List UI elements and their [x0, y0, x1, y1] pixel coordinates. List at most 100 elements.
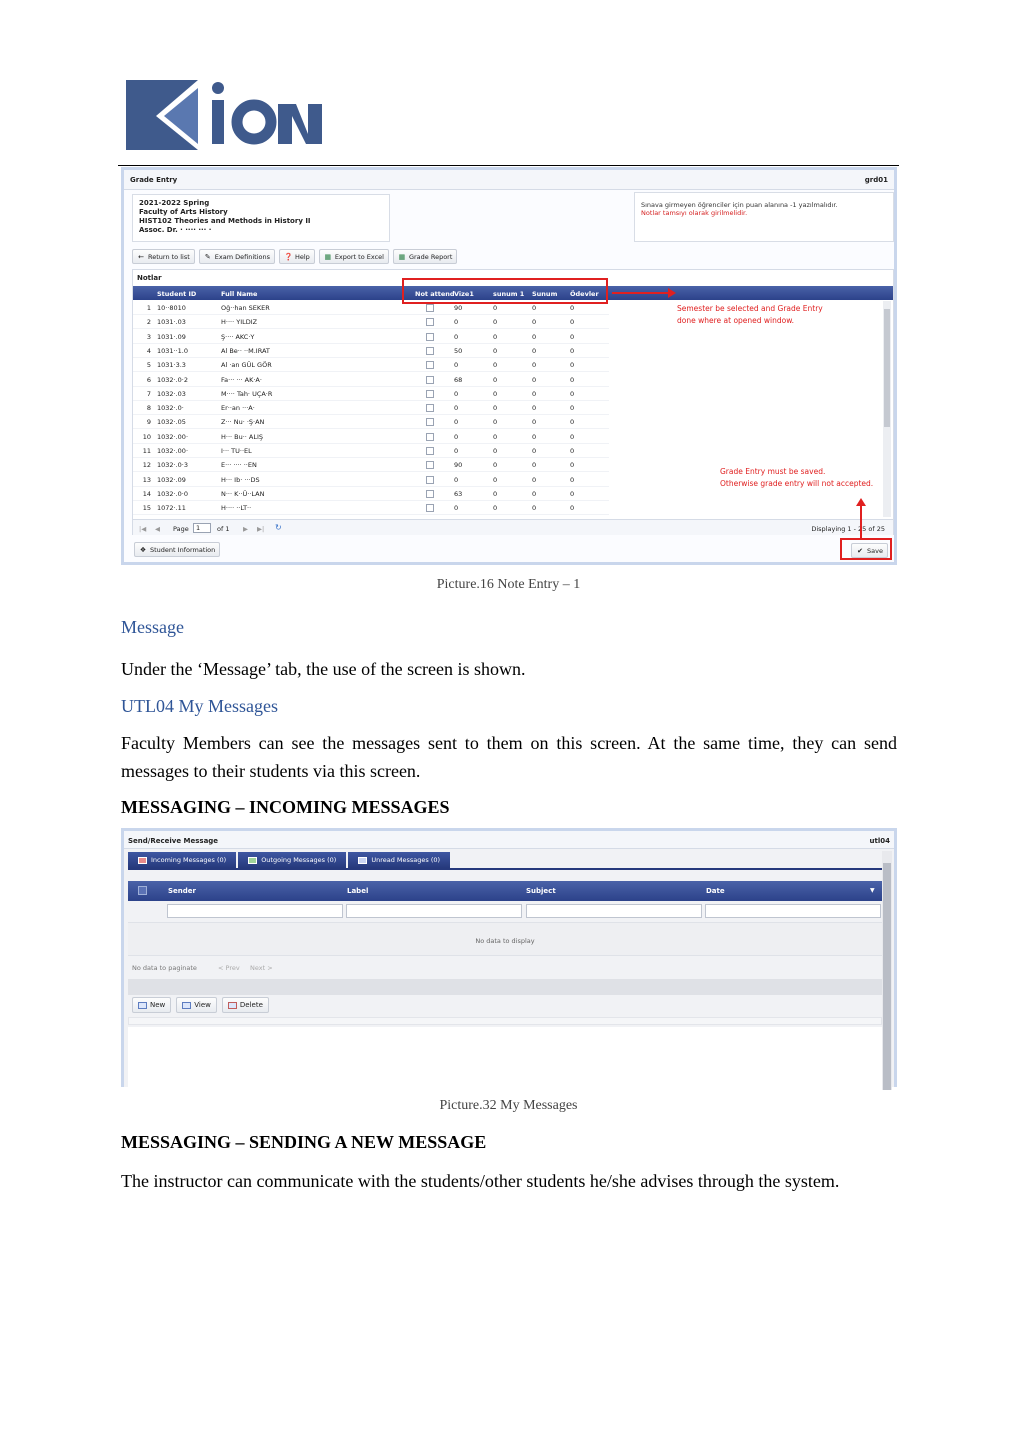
cell-sunum1[interactable]: 0: [493, 447, 497, 455]
vertical-scrollbar[interactable]: [882, 851, 892, 1090]
next-page-icon[interactable]: ▶: [243, 525, 248, 533]
refresh-icon[interactable]: ↻: [275, 523, 282, 532]
cell-vize1[interactable]: 0: [454, 318, 458, 326]
column-menu-icon[interactable]: ▼: [870, 887, 875, 894]
cell-vize1[interactable]: 0: [454, 476, 458, 484]
tab-unread[interactable]: Unread Messages (0): [348, 852, 451, 868]
not-attend-checkbox[interactable]: [426, 332, 434, 341]
cell-vize1[interactable]: 0: [454, 404, 458, 412]
grade-row[interactable]: 9 1032·.05 Z··· Nu· ·Ş·AN 0 0 0 0: [133, 415, 609, 430]
cell-odev[interactable]: 0: [570, 504, 574, 512]
cell-sunum[interactable]: 0: [532, 490, 536, 498]
label-filter-input[interactable]: [346, 904, 522, 918]
cell-vize1[interactable]: 0: [454, 418, 458, 426]
subject-filter-input[interactable]: [526, 904, 702, 918]
last-page-icon[interactable]: ▶|: [257, 525, 264, 533]
cell-sunum1[interactable]: 0: [493, 390, 497, 398]
cell-odev[interactable]: 0: [570, 304, 574, 312]
grade-row[interactable]: 10 1032·.00· H··· Bu·· ALIŞ 0 0 0 0: [133, 430, 609, 444]
first-page-icon[interactable]: |◀: [139, 525, 146, 533]
col-sender[interactable]: Sender: [168, 887, 196, 895]
select-all-checkbox[interactable]: [138, 886, 147, 895]
sender-filter-input[interactable]: [167, 904, 343, 918]
delete-message-button[interactable]: Delete: [221, 997, 269, 1013]
col-date[interactable]: Date: [706, 887, 725, 895]
prev-page-icon[interactable]: ◀: [155, 525, 160, 533]
grade-row[interactable]: 15 1072·.11 H···· ··LT·· 0 0 0 0: [133, 501, 609, 516]
not-attend-checkbox[interactable]: [426, 346, 434, 355]
cell-odev[interactable]: 0: [570, 418, 574, 426]
cell-odev[interactable]: 0: [570, 461, 574, 469]
col-subject[interactable]: Subject: [526, 887, 556, 895]
not-attend-checkbox[interactable]: [426, 389, 434, 398]
cell-sunum1[interactable]: 0: [493, 333, 497, 341]
cell-vize1[interactable]: 0: [454, 390, 458, 398]
cell-vize1[interactable]: 0: [454, 361, 458, 369]
cell-sunum1[interactable]: 0: [493, 504, 497, 512]
cell-odev[interactable]: 0: [570, 476, 574, 484]
not-attend-checkbox[interactable]: [426, 304, 434, 312]
cell-sunum[interactable]: 0: [532, 347, 536, 355]
not-attend-checkbox[interactable]: [426, 361, 434, 370]
cell-sunum1[interactable]: 0: [493, 418, 497, 426]
scrollbar-thumb[interactable]: [883, 863, 891, 1090]
grades-scrollbar[interactable]: [883, 301, 891, 517]
grade-report-button[interactable]: ▦ Grade Report: [392, 249, 458, 264]
cell-odev[interactable]: 0: [570, 318, 574, 326]
grade-row[interactable]: 13 1032·.09 H··· Ib· ···DS 0 0 0 0: [133, 473, 609, 487]
prev-link[interactable]: < Prev: [218, 964, 240, 972]
cell-odev[interactable]: 0: [570, 333, 574, 341]
cell-sunum[interactable]: 0: [532, 476, 536, 484]
cell-sunum[interactable]: 0: [532, 504, 536, 512]
grade-row[interactable]: 14 1032·.0·0 N··· K··Ü··LAN 63 0 0 0: [133, 487, 609, 501]
horizontal-scrollbar[interactable]: [128, 1017, 882, 1025]
cell-sunum1[interactable]: 0: [493, 404, 497, 412]
cell-sunum1[interactable]: 0: [493, 376, 497, 384]
tab-outgoing[interactable]: Outgoing Messages (0): [238, 852, 347, 868]
cell-sunum[interactable]: 0: [532, 404, 536, 412]
not-attend-checkbox[interactable]: [426, 432, 434, 441]
cell-vize1[interactable]: 90: [454, 461, 462, 469]
date-filter-input[interactable]: [705, 904, 881, 918]
grade-row[interactable]: 5 1031·3.3 Al ·an GÜL GÖR 0 0 0 0: [133, 358, 609, 373]
cell-sunum[interactable]: 0: [532, 304, 536, 312]
not-attend-checkbox[interactable]: [426, 504, 434, 513]
cell-vize1[interactable]: 68: [454, 376, 462, 384]
export-excel-button[interactable]: ▦ Export to Excel: [318, 249, 389, 264]
cell-sunum[interactable]: 0: [532, 376, 536, 384]
cell-sunum1[interactable]: 0: [493, 476, 497, 484]
return-to-list-button[interactable]: ← Return to list: [132, 249, 195, 264]
cell-odev[interactable]: 0: [570, 376, 574, 384]
cell-sunum[interactable]: 0: [532, 418, 536, 426]
cell-sunum[interactable]: 0: [532, 461, 536, 469]
not-attend-checkbox[interactable]: [426, 418, 434, 427]
not-attend-checkbox[interactable]: [426, 461, 434, 470]
student-information-button[interactable]: ❖ Student Information: [134, 542, 221, 557]
not-attend-checkbox[interactable]: [426, 475, 434, 484]
not-attend-checkbox[interactable]: [426, 318, 434, 327]
cell-sunum[interactable]: 0: [532, 433, 536, 441]
exam-definitions-button[interactable]: ✎ Exam Definitions: [198, 249, 275, 264]
cell-vize1[interactable]: 0: [454, 504, 458, 512]
view-message-button[interactable]: View: [176, 997, 217, 1013]
grade-row[interactable]: 6 1032·.0·2 Fa··· ··· AK·A· 68 0 0 0: [133, 373, 609, 387]
cell-sunum1[interactable]: 0: [493, 433, 497, 441]
cell-odev[interactable]: 0: [570, 390, 574, 398]
cell-sunum1[interactable]: 0: [493, 461, 497, 469]
cell-sunum[interactable]: 0: [532, 333, 536, 341]
cell-odev[interactable]: 0: [570, 490, 574, 498]
grade-row[interactable]: 12 1032·.0·3 E··· ···· ··EN 90 0 0 0: [133, 458, 609, 473]
cell-sunum[interactable]: 0: [532, 318, 536, 326]
not-attend-checkbox[interactable]: [426, 489, 434, 498]
cell-sunum1[interactable]: 0: [493, 347, 497, 355]
cell-sunum[interactable]: 0: [532, 361, 536, 369]
cell-odev[interactable]: 0: [570, 361, 574, 369]
tab-incoming[interactable]: Incoming Messages (0): [128, 852, 237, 868]
cell-sunum1[interactable]: 0: [493, 361, 497, 369]
cell-sunum[interactable]: 0: [532, 447, 536, 455]
grade-row[interactable]: 11 1032·.00· I··· TU··EL 0 0 0 0: [133, 444, 609, 458]
col-full-name[interactable]: Full Name: [221, 290, 257, 298]
next-link[interactable]: Next >: [250, 964, 273, 972]
cell-sunum1[interactable]: 0: [493, 318, 497, 326]
new-message-button[interactable]: New: [132, 997, 172, 1013]
